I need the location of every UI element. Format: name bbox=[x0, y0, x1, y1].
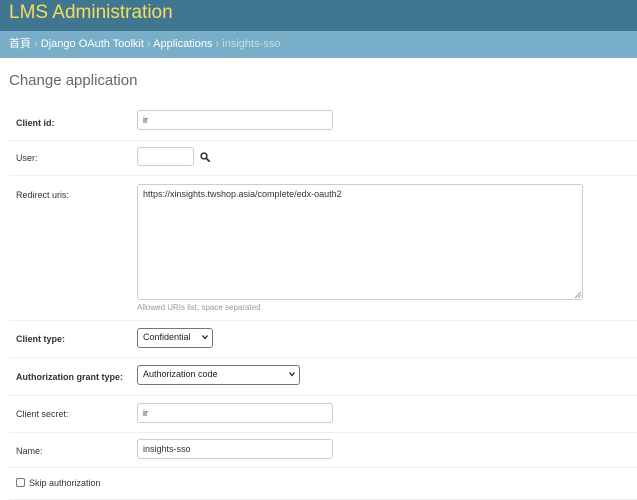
form-row-client-id: Client id: ir bbox=[9, 103, 637, 141]
grant-type-label: Authorization grant type: bbox=[16, 372, 123, 382]
breadcrumb-app[interactable]: Django OAuth Toolkit bbox=[41, 38, 144, 50]
client-type-value: Confidential bbox=[143, 332, 191, 342]
header: LMS Administration bbox=[0, 0, 637, 31]
grant-type-value: Authorization code bbox=[143, 369, 218, 379]
user-input[interactable] bbox=[137, 147, 194, 166]
breadcrumb: 首頁 › Django OAuth Toolkit › Applications… bbox=[0, 31, 637, 58]
form-row-name: Name: insights-sso bbox=[9, 432, 637, 468]
client-type-label: Client type: bbox=[16, 334, 66, 344]
breadcrumb-separator: › bbox=[34, 38, 38, 50]
form-row-client-type: Client type: Confidential bbox=[9, 320, 637, 358]
breadcrumb-current: insights-sso bbox=[222, 38, 281, 50]
grant-type-select[interactable]: Authorization code bbox=[137, 365, 300, 385]
redirect-uris-textarea[interactable]: https://xinsights.twshop.asia/complete/e… bbox=[137, 184, 583, 300]
client-secret-input[interactable]: ir bbox=[137, 403, 333, 423]
user-label: User: bbox=[16, 153, 38, 163]
search-icon[interactable] bbox=[200, 152, 210, 162]
name-label: Name: bbox=[16, 446, 43, 456]
redirect-uris-label: Redirect uris: bbox=[16, 190, 70, 200]
chevron-down-icon bbox=[202, 335, 208, 340]
client-id-input[interactable]: ir bbox=[137, 110, 333, 130]
skip-authorization-label[interactable]: Skip authorization bbox=[29, 478, 101, 488]
breadcrumb-separator: › bbox=[215, 38, 220, 50]
breadcrumb-model[interactable]: Applications bbox=[153, 38, 212, 50]
site-title[interactable]: LMS Administration bbox=[9, 2, 173, 24]
resize-handle-icon[interactable] bbox=[575, 292, 581, 298]
client-id-label: Client id: bbox=[16, 118, 55, 128]
breadcrumb-separator: › bbox=[147, 38, 151, 50]
chevron-down-icon bbox=[289, 372, 295, 377]
page-title: Change application bbox=[9, 72, 138, 89]
client-type-select[interactable]: Confidential bbox=[137, 328, 213, 348]
form-row-redirect-uris: Redirect uris: https://xinsights.twshop.… bbox=[9, 175, 637, 321]
form-row-grant-type: Authorization grant type: Authorization … bbox=[9, 357, 637, 396]
redirect-uris-value: https://xinsights.twshop.asia/complete/e… bbox=[143, 189, 342, 199]
form-row-skip-authorization: Skip authorization bbox=[9, 467, 637, 500]
form-row-client-secret: Client secret: ir bbox=[9, 395, 637, 433]
client-secret-label: Client secret: bbox=[16, 409, 69, 419]
redirect-uris-help: Allowed URIs list, space separated bbox=[137, 303, 261, 312]
breadcrumb-home[interactable]: 首頁 bbox=[9, 38, 31, 50]
name-input[interactable]: insights-sso bbox=[137, 439, 333, 459]
form-row-user: User: bbox=[9, 140, 637, 176]
skip-authorization-checkbox[interactable] bbox=[16, 478, 25, 487]
